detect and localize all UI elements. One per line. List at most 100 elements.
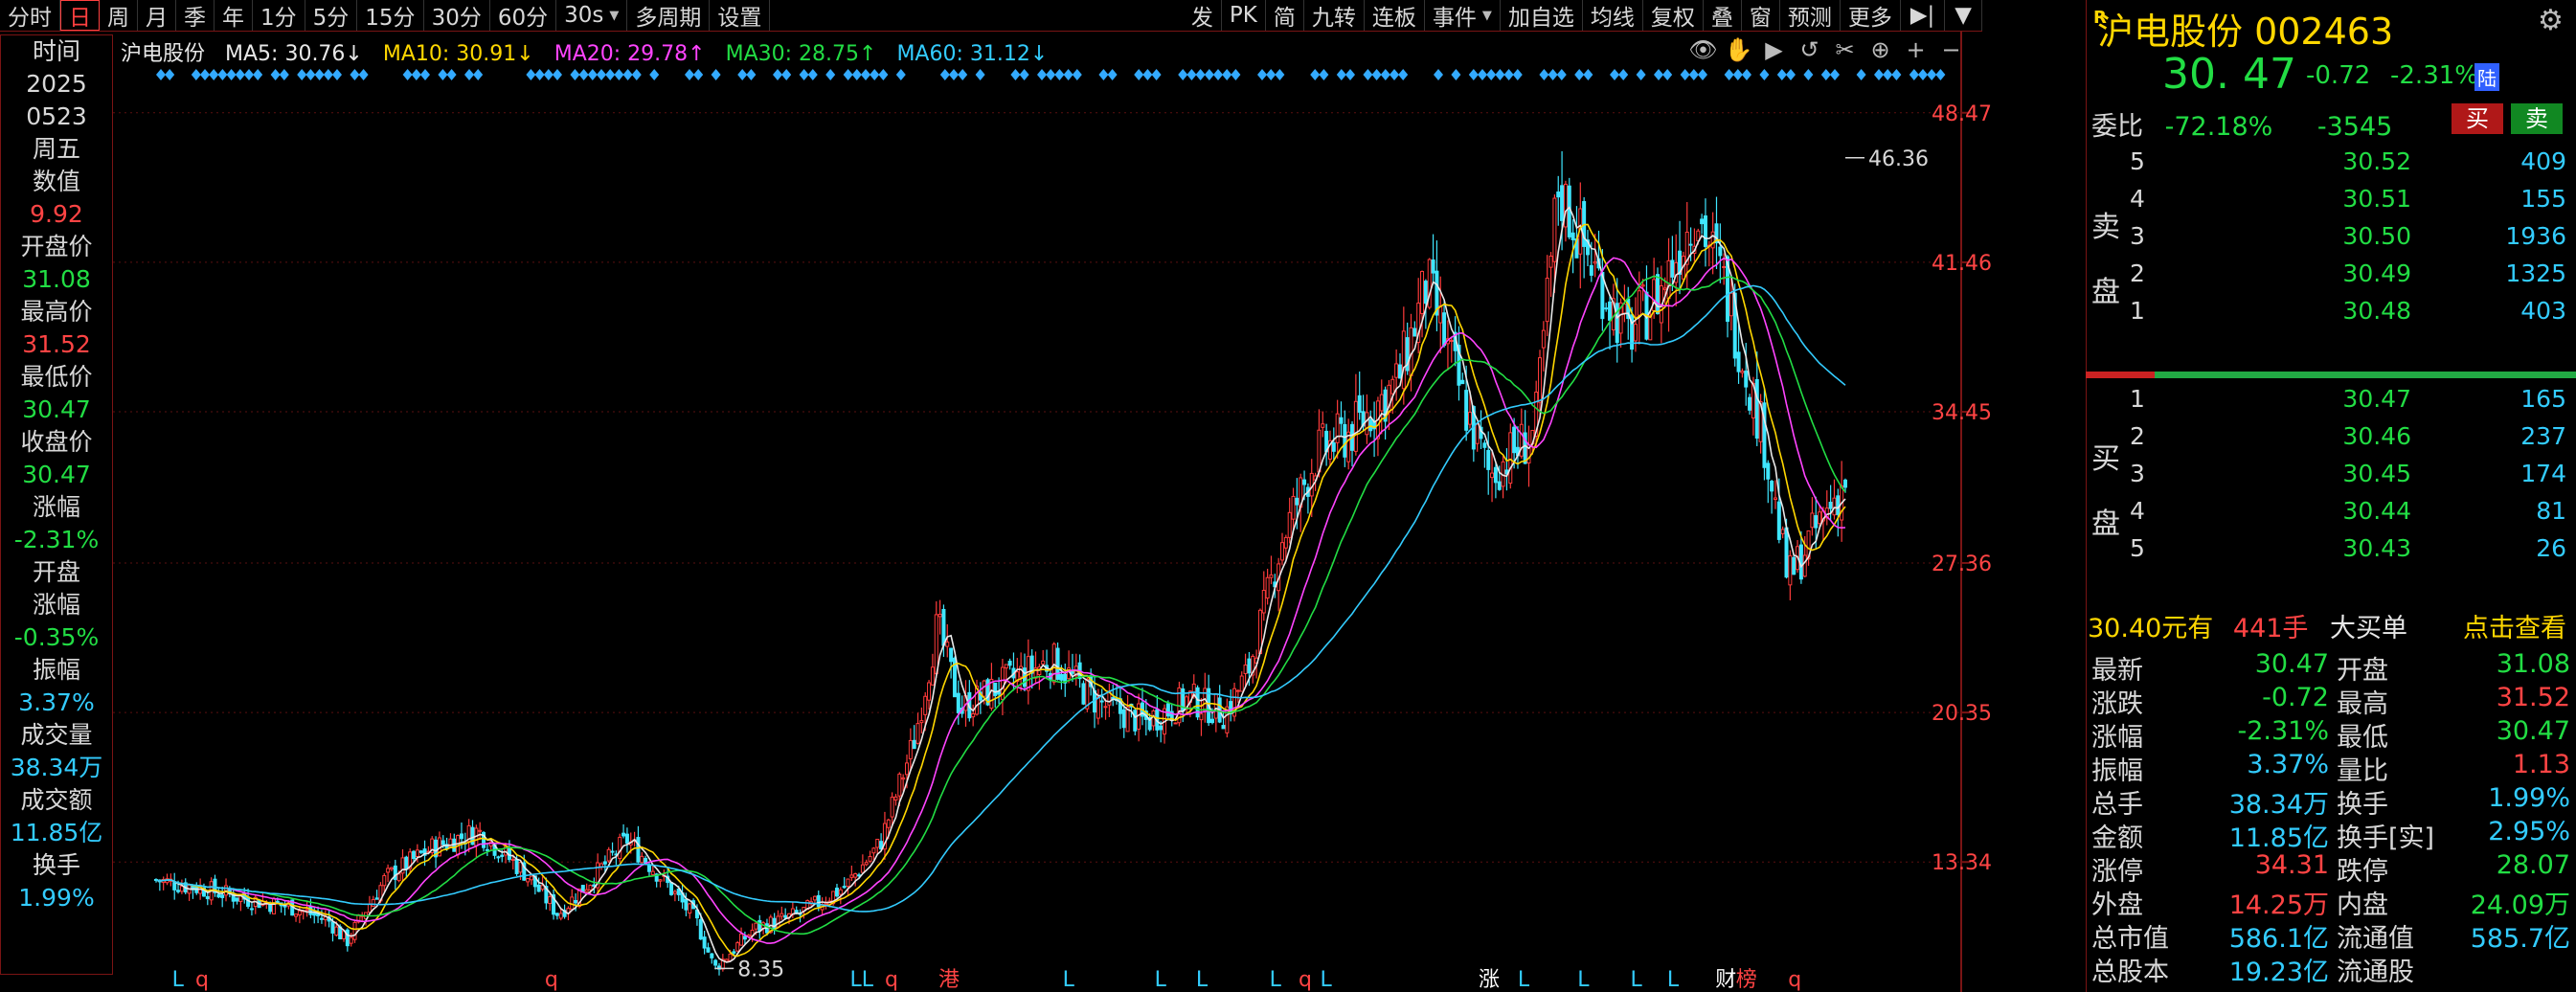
chevron-down-icon[interactable]: ▼	[1945, 0, 1982, 31]
toolbar-button[interactable]: 加自选	[1501, 0, 1583, 31]
toolbar-button[interactable]: 九转	[1304, 0, 1365, 31]
stat-item: 涨幅 -2.31%	[2091, 716, 2329, 753]
ask-row[interactable]: 2 30.49 1325	[2086, 259, 2576, 298]
period-tab[interactable]: 月	[138, 0, 176, 31]
event-marker-icon	[1063, 69, 1073, 80]
candle-body	[834, 888, 839, 897]
stat-value: 585.7亿	[2470, 924, 2570, 954]
bid-row[interactable]: 5 30.43 26	[2086, 534, 2576, 573]
toolbar-button[interactable]: 预测	[1780, 0, 1841, 31]
period-tab[interactable]: 1分	[253, 0, 305, 31]
candle-body	[610, 850, 615, 853]
candle-body	[890, 797, 894, 818]
period-tab[interactable]: 15分	[357, 0, 424, 31]
toolbar-button[interactable]: 简	[1266, 0, 1304, 31]
bid-row[interactable]: 2 30.46 237	[2086, 422, 2576, 461]
period-tab[interactable]: 60分	[490, 0, 557, 31]
bottom-event-marker: L	[1630, 968, 1642, 992]
level-volume: 174	[2520, 460, 2566, 487]
bottom-event-marker: 港	[938, 968, 960, 992]
hand-icon[interactable]: ✋	[1721, 36, 1756, 63]
level-number: 3	[2130, 222, 2145, 250]
candle-body	[1261, 590, 1266, 614]
toolbar-button[interactable]: 复权	[1643, 0, 1704, 31]
sell-button[interactable]: 卖	[2511, 103, 2563, 134]
kline-chart[interactable]: 48.47 41.46 34.45 27.36 20.35 13.34 46.36 8.35 L…	[113, 31, 1992, 992]
minus-icon[interactable]: −	[1933, 36, 1969, 63]
toolbar-button[interactable]: 事件	[1425, 0, 1501, 31]
scissors-icon[interactable]: ✂	[1827, 36, 1863, 63]
event-marker-icon	[1935, 69, 1946, 80]
toolbar-button[interactable]: PK	[1222, 0, 1266, 31]
interval-dropdown[interactable]: 30s	[556, 0, 628, 31]
zoom-icon[interactable]: ⊕	[1863, 36, 1898, 63]
candle-body	[1357, 395, 1362, 413]
candle-body	[371, 899, 375, 908]
candle-body	[1317, 429, 1322, 473]
ask-row[interactable]: 4 30.51 155	[2086, 185, 2576, 223]
stat-label: 换手[实]	[2337, 823, 2435, 853]
candle-body	[1570, 232, 1575, 240]
candle-body	[706, 947, 711, 953]
undo-icon[interactable]: ↺	[1792, 36, 1827, 63]
toolbar-button[interactable]: 更多	[1841, 0, 1901, 31]
info-label: 开盘价	[20, 233, 93, 260]
candle-body	[912, 739, 916, 750]
bid-row[interactable]: 1 30.47 165	[2086, 385, 2576, 423]
plus-icon[interactable]: +	[1898, 36, 1933, 63]
event-marker-icon	[1010, 69, 1021, 80]
ask-row[interactable]: 3 30.50 1936	[2086, 222, 2576, 260]
settings-button[interactable]: 设置	[710, 0, 771, 31]
event-marker-icon	[1046, 69, 1056, 80]
buy-button[interactable]: 买	[2452, 103, 2503, 134]
play-icon[interactable]: ▶	[1756, 36, 1792, 63]
toolbar-button[interactable]: 窗	[1742, 0, 1780, 31]
candle-body	[558, 913, 563, 919]
event-marker-icon	[1776, 69, 1787, 80]
toolbar-button[interactable]: 均线	[1583, 0, 1643, 31]
toolbar-button[interactable]: 发	[1184, 0, 1222, 31]
event-marker-icon	[1380, 69, 1390, 80]
period-tab[interactable]: 周	[100, 0, 138, 31]
candle-body	[672, 891, 677, 894]
stat-label: 最低	[2337, 723, 2388, 753]
candle-body	[949, 647, 954, 663]
candle-body	[1486, 449, 1491, 470]
period-tab[interactable]: 年	[215, 0, 253, 31]
candle-body	[1780, 529, 1785, 534]
event-marker-icon	[597, 69, 606, 80]
candle-body	[783, 914, 788, 918]
event-marker-icon	[1830, 69, 1840, 80]
candle-body	[971, 712, 976, 718]
big-order-price: 30.40元有	[2088, 614, 2214, 643]
candle-body	[418, 850, 423, 853]
eye-icon[interactable]: 👁	[1685, 36, 1721, 63]
stat-item: 内盘 24.09万	[2337, 884, 2570, 920]
gear-icon[interactable]: ⚙	[2538, 4, 2564, 37]
big-order-bar[interactable]: 30.40元有 441手 大买单 点击查看	[2088, 607, 2574, 645]
bid-row[interactable]: 3 30.45 174	[2086, 460, 2576, 498]
info-label: 2025	[26, 70, 87, 98]
period-tab[interactable]: 季	[176, 0, 215, 31]
event-marker-icon	[1363, 69, 1373, 80]
stat-label: 内盘	[2337, 891, 2388, 920]
period-tab[interactable]: 5分	[305, 0, 358, 31]
ask-row[interactable]: 1 30.48 403	[2086, 297, 2576, 335]
view-link[interactable]: 点击查看	[2463, 607, 2566, 644]
bid-row[interactable]: 4 30.44 81	[2086, 497, 2576, 535]
candle-body	[1729, 292, 1733, 317]
event-marker-icon	[1186, 69, 1197, 80]
stat-label: 涨停	[2091, 857, 2143, 887]
toolbar-button[interactable]: 连板	[1365, 0, 1425, 31]
event-marker-icon	[1178, 69, 1188, 80]
period-tab[interactable]: 30分	[424, 0, 490, 31]
event-marker-icon	[949, 69, 959, 80]
period-tab[interactable]: 分时	[0, 0, 60, 31]
collapse-icon[interactable]: ▶|	[1901, 0, 1946, 31]
ask-row[interactable]: 5 30.52 409	[2086, 147, 2576, 186]
toolbar-button[interactable]: 叠	[1704, 0, 1742, 31]
multi-period-button[interactable]: 多周期	[627, 0, 711, 31]
event-marker-icon	[1883, 69, 1893, 80]
candle-body	[1615, 303, 1619, 344]
period-tab[interactable]: 日	[60, 0, 100, 31]
